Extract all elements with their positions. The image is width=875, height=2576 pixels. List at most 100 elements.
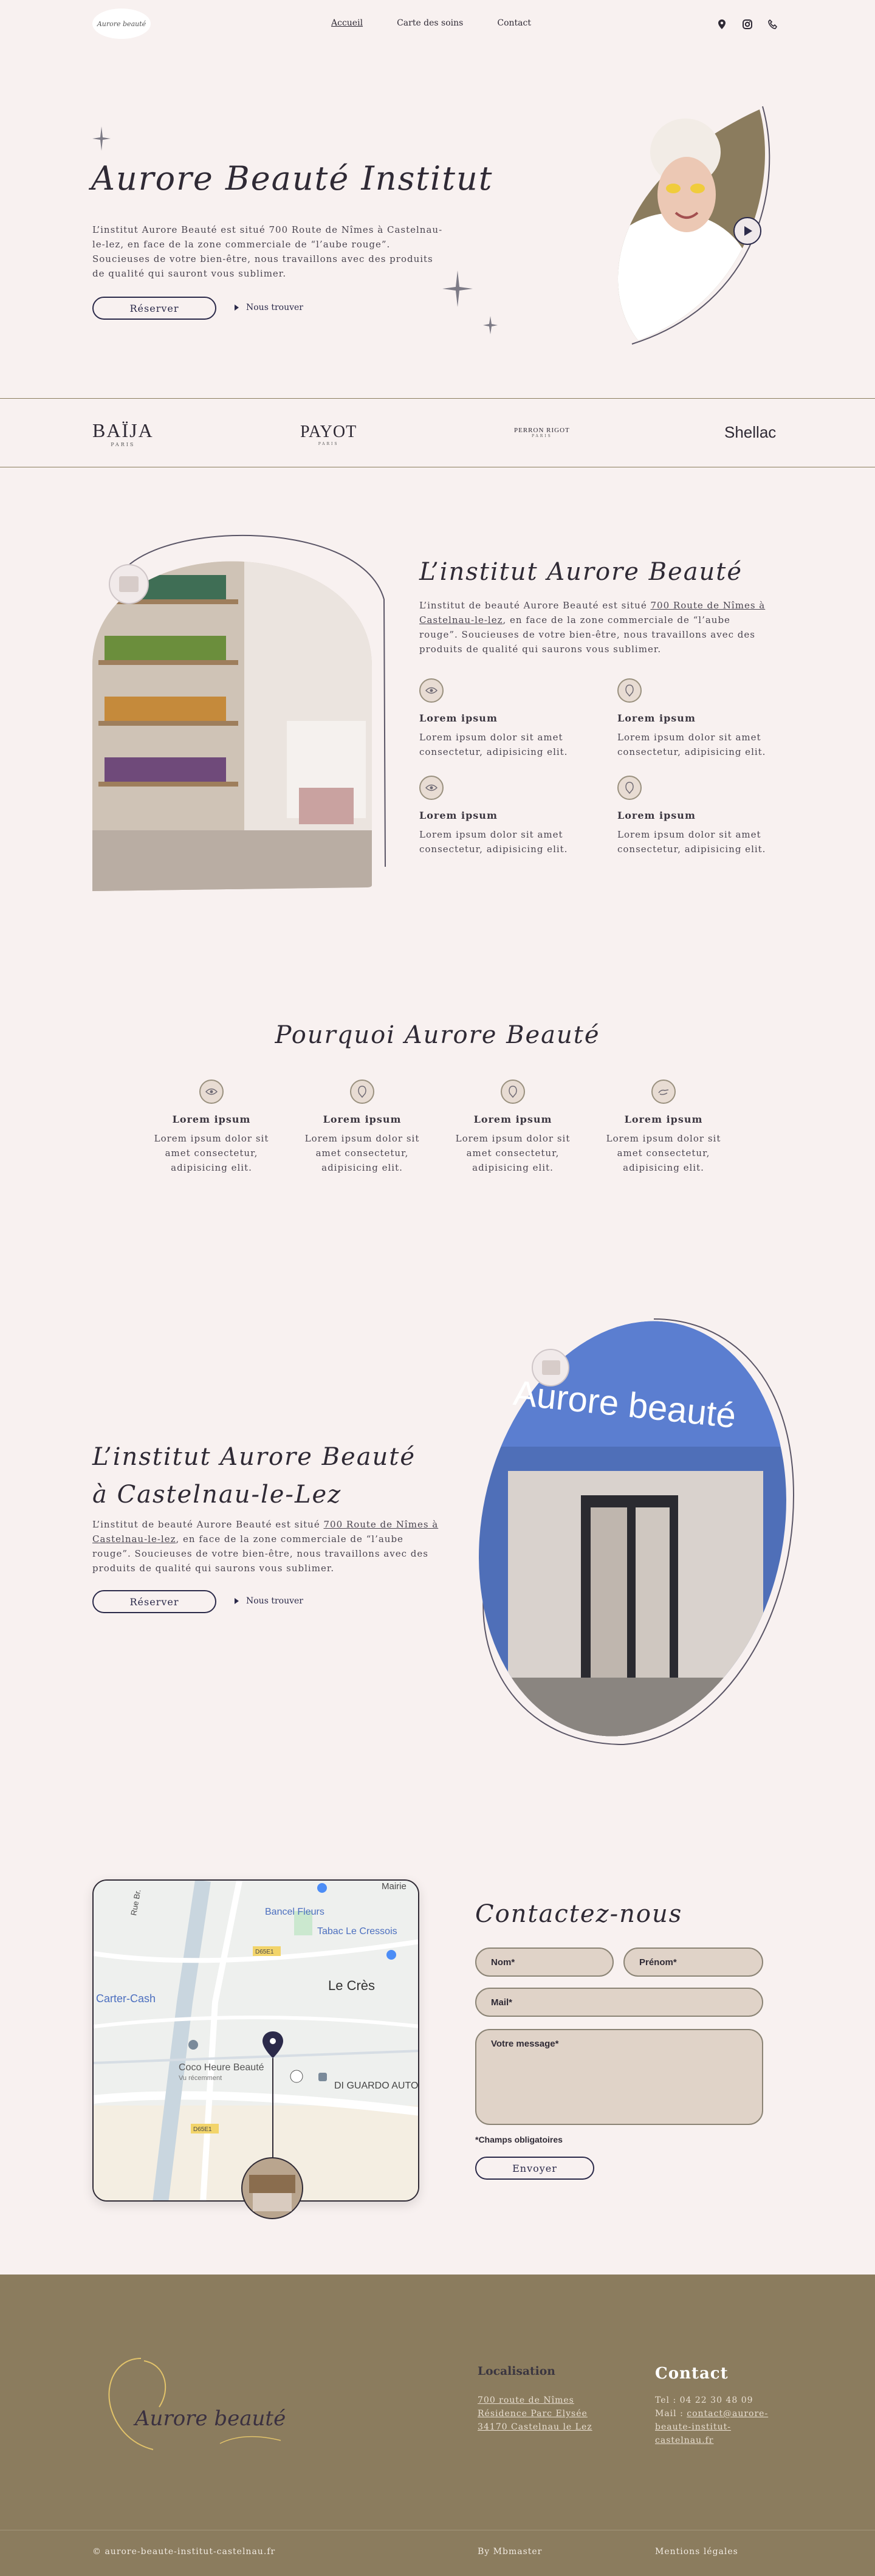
castelnau-text: L’institut de beauté Aurore Beauté est s… (92, 1519, 439, 1574)
nom-field[interactable]: Nom* (475, 1947, 614, 1977)
header-icons (716, 18, 779, 30)
map-widget[interactable]: Rue Br. Mairie Bancel Fleurs Tabac Le Cr… (92, 1879, 419, 2202)
institut-text: L’institut de beauté Aurore Beauté est s… (419, 600, 766, 655)
footer-mail: Mail : contact@aurore- (655, 2409, 769, 2419)
why-item-3: Lorem ipsum Lorem ipsum dolor sit amet c… (452, 1080, 574, 1175)
map-label: Carter-Cash (96, 1992, 156, 2005)
feature-title: Lorem ipsum (617, 712, 696, 724)
brand-payot-sub: PARIS (318, 442, 339, 446)
institut-feature-4: Lorem ipsum Lorem ipsum dolor sit amet c… (617, 776, 769, 856)
why-item-title: Lorem ipsum (624, 1114, 703, 1125)
footer-mail-link[interactable]: beaute-institut- (655, 2420, 795, 2434)
map-label: D65E1 (255, 1949, 274, 1955)
face-icon (617, 678, 642, 703)
feature-text: Lorem ipsum dolor sit amet consectetur, … (419, 829, 568, 855)
why-item-text: Lorem ipsum dolor sit amet consectetur, … (606, 1133, 721, 1173)
eye-icon (419, 678, 444, 703)
phone-icon[interactable] (767, 18, 779, 30)
castelnau-reserve-button[interactable]: Réserver (92, 1590, 216, 1613)
face-icon (501, 1080, 525, 1104)
feature-text: Lorem ipsum dolor sit amet consectetur, … (419, 732, 568, 757)
sparkle-icon (92, 126, 111, 151)
footer-copyright: © aurore-beaute-institut-castelnau.fr (92, 2547, 276, 2557)
footer-mail-link[interactable]: castelnau.fr (655, 2434, 795, 2447)
brand-perron-rigot: PERRON RIGOT PARIS (514, 427, 570, 438)
brand-baija: BAÏJA PARIS (92, 419, 154, 447)
mail-field-label: Mail* (491, 1997, 513, 2008)
footer-mail-link[interactable]: contact@aurore- (687, 2409, 768, 2419)
play-icon (235, 1598, 239, 1604)
instagram-icon[interactable] (741, 18, 753, 30)
sparkle-icon (483, 316, 498, 334)
feature-title: Lorem ipsum (419, 712, 498, 724)
prenom-field-label: Prénom* (639, 1957, 677, 1968)
castelnau-find-link[interactable]: Nous trouver (235, 1596, 303, 1606)
why-item-title: Lorem ipsum (172, 1114, 251, 1125)
eye-icon (419, 776, 444, 800)
institut-feature-1: Lorem ipsum Lorem ipsum dolor sit amet c… (419, 678, 571, 759)
location-icon[interactable] (716, 18, 728, 30)
eye-icon (199, 1080, 224, 1104)
message-field-label: Votre message* (491, 2039, 559, 2049)
map-canvas[interactable]: Rue Br. Mairie Bancel Fleurs Tabac Le Cr… (94, 1881, 419, 2202)
footer-legal-link[interactable]: Mentions légales (655, 2547, 738, 2557)
footer-contact-info: Tel : 04 22 30 48 09 Mail : contact@auro… (655, 2394, 795, 2447)
map-label: D65E1 (193, 2126, 212, 2133)
feature-title: Lorem ipsum (419, 810, 498, 821)
footer-by[interactable]: By Mbmaster (478, 2547, 542, 2557)
hero-title: Aurore Beauté Institut (91, 159, 493, 198)
contact-title: Contactez-nous (475, 1900, 683, 1928)
hand-icon (651, 1080, 676, 1104)
brand-payot: PAYOT PARIS (300, 422, 357, 446)
map-label: Tabac Le Cressois (317, 1926, 397, 1937)
why-item-title: Lorem ipsum (323, 1114, 402, 1125)
feature-text: Lorem ipsum dolor sit amet consectetur, … (617, 732, 766, 757)
institut-title: L’institut Aurore Beauté (419, 558, 743, 586)
why-item-title: Lorem ipsum (473, 1114, 552, 1125)
brand-baija-sub: PARIS (111, 442, 136, 447)
nav-carte-des-soins[interactable]: Carte des soins (397, 18, 463, 28)
message-field[interactable]: Votre message* (475, 2029, 763, 2125)
castelnau-find-label: Nous trouver (246, 1596, 303, 1606)
send-button[interactable]: Envoyer (475, 2157, 594, 2180)
map-label: Bancel Fleurs (265, 1907, 324, 1917)
footer-tel[interactable]: Tel : 04 22 30 48 09 (655, 2394, 795, 2407)
brand-shellac: Shellac (724, 423, 777, 441)
footer-address-link[interactable]: 700 route de Nîmes Résidence Parc Elysée… (478, 2394, 592, 2434)
play-icon (235, 305, 239, 311)
why-item-1: Lorem ipsum Lorem ipsum dolor sit amet c… (151, 1080, 272, 1175)
map-label: Vu récemment (179, 2075, 222, 2082)
why-item-4: Lorem ipsum Lorem ipsum dolor sit amet c… (603, 1080, 724, 1175)
brand-baija-name: BAÏJA (92, 419, 154, 441)
brand-payot-name: PAYOT (300, 422, 357, 441)
prenom-field[interactable]: Prénom* (623, 1947, 763, 1977)
nom-field-label: Nom* (491, 1957, 515, 1968)
mail-field[interactable]: Mail* (475, 1988, 763, 2017)
shop-interior-thumbnail (241, 2157, 303, 2219)
storefront-image: Aurore beauté (472, 1313, 800, 1751)
nav-contact[interactable]: Contact (497, 18, 531, 28)
brand-perron-rigot-sub: PARIS (531, 434, 552, 438)
hero-find-link[interactable]: Nous trouver (235, 303, 303, 312)
face-icon (350, 1080, 374, 1104)
feature-title: Lorem ipsum (617, 810, 696, 821)
main-nav: Accueil Carte des soins Contact (331, 18, 531, 28)
why-item-text: Lorem ipsum dolor sit amet consectetur, … (154, 1133, 269, 1173)
hero-portrait-image (617, 106, 770, 345)
footer-logo-text: Aurore beauté (133, 2406, 286, 2431)
map-label: Coco Heure Beauté (179, 2062, 264, 2073)
nav-accueil[interactable]: Accueil (331, 18, 363, 28)
feature-text: Lorem ipsum dolor sit amet consectetur, … (617, 829, 766, 855)
sparkle-icon (442, 270, 473, 307)
brand-perron-rigot-name: PERRON RIGOT (514, 427, 570, 434)
why-item-2: Lorem ipsum Lorem ipsum dolor sit amet c… (301, 1080, 423, 1175)
face-icon (617, 776, 642, 800)
why-title: Pourquoi Aurore Beauté (275, 1021, 600, 1049)
why-item-text: Lorem ipsum dolor sit amet consectetur, … (304, 1133, 420, 1173)
footer-contact-title: Contact (655, 2364, 729, 2383)
header-logo[interactable]: Aurore beauté (92, 9, 151, 39)
required-note: *Champs obligatoires (475, 2135, 563, 2144)
header-logo-text: Aurore beauté (97, 19, 146, 28)
hero-reserve-button[interactable]: Réserver (92, 297, 216, 320)
hero-find-label: Nous trouver (246, 303, 303, 312)
